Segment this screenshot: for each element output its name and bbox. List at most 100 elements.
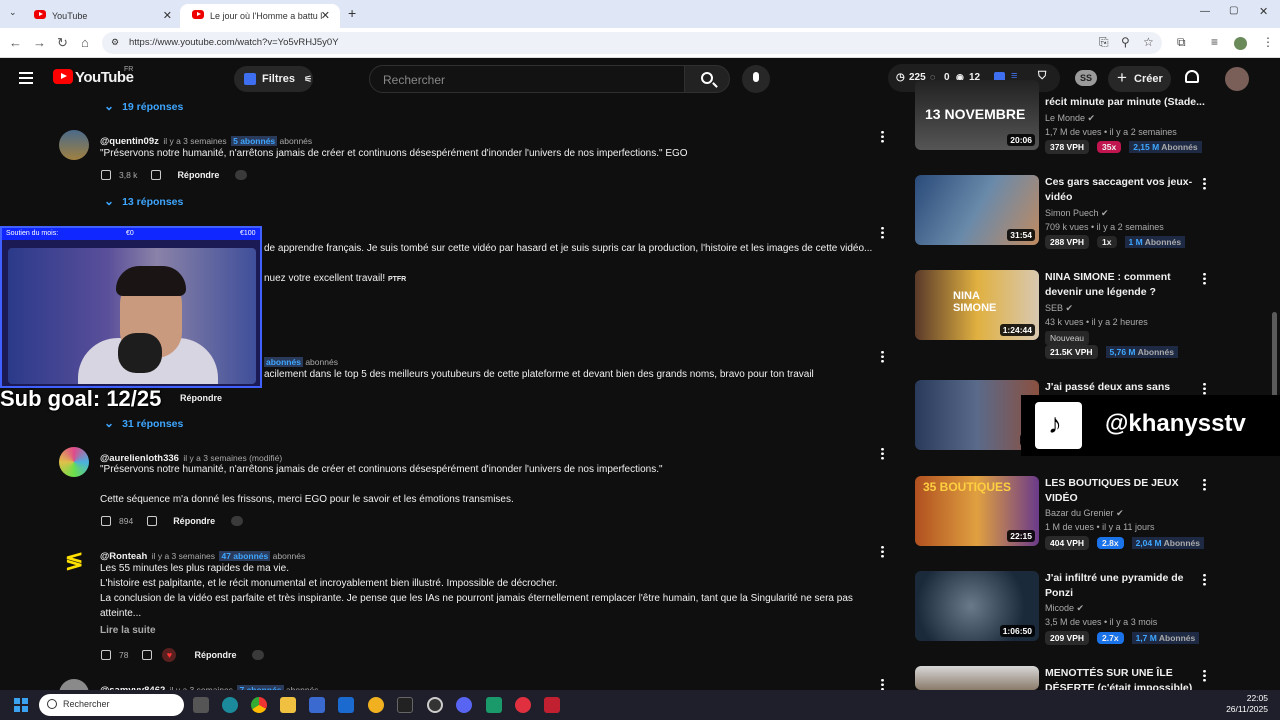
video-title[interactable]: J'ai infiltré une pyramide de Ponzi: [1045, 571, 1200, 601]
avatar[interactable]: [59, 447, 89, 477]
extension-reply-icon[interactable]: [231, 516, 244, 526]
site-info-icon[interactable]: ⚙: [111, 37, 119, 48]
video-title[interactable]: NINA SIMONE : comment devenir une légend…: [1045, 270, 1200, 300]
spreadsheet-icon[interactable]: [486, 697, 502, 713]
terminal-icon[interactable]: [397, 697, 413, 713]
video-thumbnail[interactable]: 13 NOVEMBRE 20:06: [915, 80, 1039, 150]
voicemeeter-icon[interactable]: [544, 697, 560, 713]
discord-icon[interactable]: [456, 697, 472, 713]
notifications-bell-icon[interactable]: [1185, 70, 1199, 83]
new-tab-button[interactable]: +: [348, 5, 356, 21]
windows-start-icon[interactable]: [14, 698, 28, 712]
video-thumbnail[interactable]: 1:06:50: [915, 571, 1039, 641]
video-menu-icon[interactable]: [1203, 272, 1206, 285]
forward-icon[interactable]: →: [33, 35, 46, 50]
extensions-icon[interactable]: ⧉: [1177, 35, 1186, 50]
video-title[interactable]: J'ai passé deux ans sans: [1045, 380, 1200, 395]
avatar[interactable]: [59, 130, 89, 160]
video-thumbnail[interactable]: [915, 666, 1039, 690]
video-title[interactable]: Ces gars saccagent vos jeux-vidéo: [1045, 175, 1200, 205]
like-icon[interactable]: [101, 516, 111, 526]
dislike-icon[interactable]: [142, 650, 153, 660]
ss-toggle[interactable]: SS: [1075, 70, 1097, 86]
app-red-icon[interactable]: [515, 697, 531, 713]
outlook-icon[interactable]: [338, 697, 354, 713]
video-menu-icon[interactable]: [1203, 177, 1206, 190]
taskbar-search-input[interactable]: Rechercher: [39, 694, 184, 716]
video-thumbnail[interactable]: NINA SIMONE 1:24:44: [915, 270, 1039, 340]
video-title[interactable]: MENOTTÉS SUR UNE ÎLE DÉSERTE (c'était im…: [1045, 666, 1200, 690]
search-button[interactable]: [684, 65, 730, 93]
video-channel[interactable]: SEB ✔: [1045, 303, 1073, 314]
tab-video[interactable]: Le jour où l'Homme a battu la ✕: [180, 4, 340, 28]
chrome-icon[interactable]: [251, 697, 267, 713]
reply-button[interactable]: Répondre: [173, 516, 215, 526]
install-icon[interactable]: ⎘: [1099, 35, 1109, 50]
comment-menu-icon[interactable]: [881, 130, 884, 143]
read-more-link[interactable]: Lire la suite: [100, 625, 156, 636]
reply-button[interactable]: Répondre: [194, 650, 236, 660]
url-field[interactable]: ⚙ https://www.youtube.com/watch?v=Yo5vRH…: [102, 32, 1162, 54]
video-title[interactable]: récit minute par minute (Stade...: [1045, 95, 1205, 110]
video-channel[interactable]: Bazar du Grenier ✔: [1045, 508, 1124, 519]
reply-button[interactable]: Répondre: [177, 170, 219, 180]
video-thumbnail[interactable]: 35 BOUTIQUES 22:15: [915, 476, 1039, 546]
extension-reply-icon[interactable]: [235, 170, 248, 180]
home-icon[interactable]: ⌂: [81, 35, 89, 50]
tab-list-chevron-icon[interactable]: ⌄: [9, 7, 17, 18]
video-title[interactable]: LES BOUTIQUES DE JEUX VIDÉO: [1045, 476, 1200, 506]
scrollbar[interactable]: [1272, 312, 1277, 397]
comment-menu-icon[interactable]: [881, 545, 884, 558]
video-menu-icon[interactable]: [1203, 382, 1206, 395]
video-channel[interactable]: Le Monde ✔: [1045, 113, 1095, 124]
voice-search-icon[interactable]: [742, 65, 770, 93]
reply-button[interactable]: Répondre: [180, 393, 222, 403]
comment-menu-icon[interactable]: [881, 226, 884, 239]
close-window-icon[interactable]: ✕: [1259, 5, 1268, 18]
close-tab-icon[interactable]: ✕: [321, 9, 330, 22]
system-clock[interactable]: 22:05 26/11/2025: [1226, 693, 1268, 715]
edge-icon[interactable]: [222, 697, 238, 713]
view-replies-button[interactable]: 31 réponses: [104, 416, 183, 430]
comment-menu-icon[interactable]: [881, 447, 884, 460]
comment-menu-icon[interactable]: [881, 350, 884, 363]
browser-tab-bar: ⌄ YouTube ✕ Le jour où l'Homme a battu l…: [0, 0, 1280, 28]
avatar[interactable]: ≶: [59, 546, 89, 576]
back-icon[interactable]: ←: [9, 35, 22, 50]
menu-icon[interactable]: [19, 72, 33, 84]
like-icon[interactable]: [101, 170, 111, 180]
avatar[interactable]: [1225, 67, 1249, 91]
video-menu-icon[interactable]: [1203, 573, 1206, 586]
store-icon[interactable]: [309, 697, 325, 713]
view-replies-button[interactable]: 13 réponses: [104, 194, 183, 208]
search-input[interactable]: Rechercher: [369, 65, 685, 93]
reload-icon[interactable]: ↻: [57, 35, 68, 51]
norton-icon[interactable]: [368, 697, 384, 713]
reading-list-icon[interactable]: ≡: [1211, 35, 1218, 49]
close-tab-icon[interactable]: ✕: [163, 9, 172, 22]
task-view-icon[interactable]: [193, 697, 209, 713]
youtube-logo-icon[interactable]: [53, 69, 73, 84]
bookmark-star-icon[interactable]: ☆: [1143, 35, 1154, 49]
video-thumbnail[interactable]: 31:54: [915, 175, 1039, 245]
zoom-icon[interactable]: ⚲: [1121, 35, 1130, 49]
like-icon[interactable]: [101, 650, 111, 660]
video-channel[interactable]: Simon Puech ✔: [1045, 208, 1109, 219]
extension-reply-icon[interactable]: [252, 650, 265, 660]
obs-icon[interactable]: [427, 697, 443, 713]
dislike-icon[interactable]: [151, 170, 162, 180]
view-replies-button[interactable]: 19 réponses: [104, 99, 183, 113]
video-channel[interactable]: Micode ✔: [1045, 603, 1084, 614]
maximize-icon[interactable]: ▢: [1229, 5, 1238, 16]
video-menu-icon[interactable]: [1203, 478, 1206, 491]
tab-youtube[interactable]: YouTube ✕: [22, 4, 182, 28]
video-menu-icon[interactable]: [1203, 669, 1206, 682]
file-explorer-icon[interactable]: [280, 697, 296, 713]
shield-icon[interactable]: ⛉: [1038, 70, 1046, 83]
create-button[interactable]: Créer: [1108, 66, 1171, 92]
browser-menu-icon[interactable]: ⋮: [1262, 35, 1274, 49]
profile-icon[interactable]: [1234, 37, 1247, 50]
filtres-button[interactable]: Filtres ⚟: [234, 66, 313, 92]
minimize-icon[interactable]: —: [1200, 6, 1210, 17]
dislike-icon[interactable]: [147, 516, 158, 526]
